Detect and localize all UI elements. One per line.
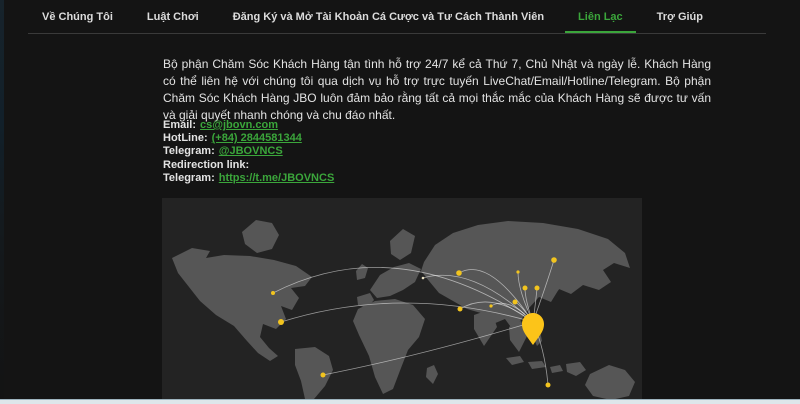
map-dot (422, 277, 425, 280)
nav-divider (28, 33, 766, 34)
world-map-svg (162, 198, 642, 399)
contact-row-redirection: Redirection link: (163, 159, 334, 172)
email-link[interactable]: cs@jbovn.com (200, 119, 278, 131)
telegram-url-link[interactable]: https://t.me/JBOVNCS (219, 172, 335, 184)
world-map (162, 198, 642, 399)
telegram-link[interactable]: @JBOVNCS (219, 145, 283, 157)
contact-row-email: Email: cs@jbovn.com (163, 119, 334, 132)
support-description: Bộ phận Chăm Sóc Khách Hàng tận tình hỗ … (163, 56, 711, 124)
contact-row-hotline: HotLine: (+84) 2844581344 (163, 132, 334, 145)
telegram-url-label: Telegram: (163, 172, 215, 184)
hotline-label: HotLine: (163, 132, 208, 144)
map-dot (458, 307, 463, 312)
telegram-label: Telegram: (163, 145, 215, 157)
nav-tabs: Về Chúng Tôi Luật Chơi Đăng Ký và Mở Tài… (29, 0, 716, 33)
map-dot (535, 286, 540, 291)
contact-row-telegram-url: Telegram: https://t.me/JBOVNCS (163, 172, 334, 185)
map-dot (513, 300, 518, 305)
tab-register[interactable]: Đăng Ký và Mở Tài Khoản Cá Cược và Tư Cá… (220, 0, 557, 33)
contact-page: Về Chúng Tôi Luật Chơi Đăng Ký và Mở Tài… (0, 0, 800, 404)
tab-rules[interactable]: Luật Chơi (134, 0, 212, 33)
email-label: Email: (163, 119, 196, 131)
map-dot (546, 383, 551, 388)
redirection-label: Redirection link: (163, 159, 249, 171)
map-dot (523, 286, 528, 291)
page-bottom-edge (0, 399, 800, 404)
map-dot (321, 373, 326, 378)
contact-row-telegram: Telegram: @JBOVNCS (163, 145, 334, 158)
contact-list: Email: cs@jbovn.com HotLine: (+84) 2844581… (163, 119, 334, 185)
top-nav: Về Chúng Tôi Luật Chơi Đăng Ký và Mở Tài… (0, 0, 800, 35)
window-left-edge (0, 0, 4, 404)
hotline-link[interactable]: (+84) 2844581344 (212, 132, 302, 144)
map-dot (456, 270, 462, 276)
tab-help[interactable]: Trợ Giúp (644, 0, 716, 33)
map-dot (278, 319, 284, 325)
tab-contact[interactable]: Liên Lạc (565, 0, 636, 33)
map-dot (489, 304, 492, 307)
tab-about[interactable]: Về Chúng Tôi (29, 0, 126, 33)
map-dot (551, 257, 557, 263)
map-dot (271, 291, 275, 295)
map-dot (516, 270, 519, 273)
